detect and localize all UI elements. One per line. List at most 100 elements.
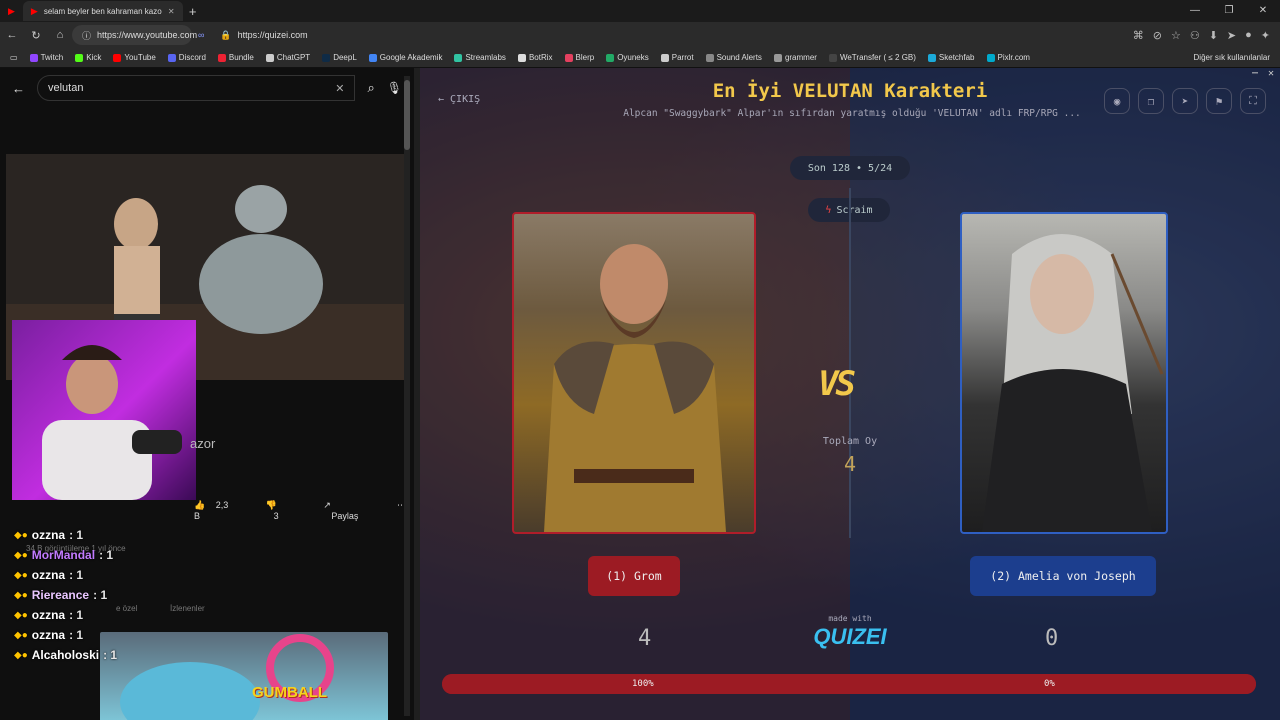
reload-icon[interactable]: ↻ bbox=[24, 29, 48, 42]
round-indicator: Son 128 • 5/24 bbox=[790, 156, 910, 180]
bookmark-item[interactable]: WeTransfer ( ≤ 2 GB) bbox=[828, 53, 916, 62]
made-with-label: made with bbox=[828, 614, 872, 623]
lock-icon: 🔒 bbox=[220, 29, 232, 40]
chat-username: ozzna bbox=[31, 608, 66, 622]
quizei-logo[interactable]: QUIZEI bbox=[800, 624, 900, 650]
bookmark-item[interactable]: Kick bbox=[75, 53, 101, 62]
bookmark-item[interactable]: Bundle bbox=[217, 53, 254, 62]
copilot-icon[interactable]: ✦ bbox=[1261, 29, 1270, 42]
chat-username: ozzna bbox=[31, 528, 66, 542]
score-grom: 4 bbox=[638, 626, 652, 651]
bookmark-item[interactable]: YouTube bbox=[113, 53, 156, 62]
chat-username: ozzna bbox=[31, 628, 66, 642]
close-window-button[interactable]: ✕ bbox=[1246, 0, 1280, 22]
share-button[interactable]: ↗ Paylaş bbox=[315, 496, 377, 525]
clear-icon[interactable]: ✕ bbox=[335, 82, 344, 95]
info-icon: ⓘ bbox=[82, 30, 92, 41]
percent-amelia: 0% bbox=[1044, 679, 1055, 689]
eye-icon[interactable]: ◉ bbox=[1104, 88, 1130, 114]
vote-button-amelia[interactable]: (2) Amelia von Joseph bbox=[970, 556, 1156, 596]
other-bookmarks-folder[interactable]: Diğer sık kullanılanlar bbox=[1194, 53, 1280, 62]
bookmark-item[interactable]: BotRix bbox=[517, 53, 553, 62]
vote-button-grom[interactable]: (1) Grom bbox=[588, 556, 680, 596]
bookmark-item[interactable]: Pixlr.com bbox=[986, 53, 1030, 62]
chat-username: Riereance bbox=[31, 588, 90, 602]
bookmark-favicon-icon bbox=[167, 53, 176, 62]
bookmark-item[interactable]: Twitch bbox=[29, 53, 63, 62]
extension-icon[interactable]: ⚇ bbox=[1190, 29, 1200, 42]
bookmark-item[interactable]: grammer bbox=[773, 53, 817, 62]
choice-card-grom[interactable] bbox=[512, 212, 756, 534]
maximize-button[interactable]: ❐ bbox=[1212, 0, 1246, 22]
bookmark-favicon-icon bbox=[517, 53, 526, 62]
download-icon[interactable]: ⬇ bbox=[1209, 29, 1218, 42]
profile-icon[interactable]: ● bbox=[1245, 29, 1252, 42]
copy-icon[interactable]: ❐ bbox=[1138, 88, 1164, 114]
bookmark-favicon-icon bbox=[265, 53, 274, 62]
percent-grom: 100% bbox=[632, 679, 654, 689]
bookmark-item[interactable]: Blerp bbox=[564, 53, 594, 62]
bookmark-item[interactable]: Discord bbox=[167, 53, 206, 62]
like-button[interactable]: 👍 2,3 B bbox=[186, 496, 246, 525]
bookmark-item[interactable]: Streamlabs bbox=[454, 53, 506, 62]
bookmark-item[interactable]: Sound Alerts bbox=[705, 53, 762, 62]
webcam-person-art bbox=[42, 345, 182, 500]
address-field-youtube[interactable]: ⓘ https://www.youtube.com bbox=[72, 25, 197, 45]
bookmark-item[interactable]: Google Akademik bbox=[368, 53, 442, 62]
minimize-button[interactable]: — bbox=[1178, 0, 1212, 22]
share-icon[interactable]: ➤ bbox=[1227, 29, 1236, 42]
tab-youtube-pinned[interactable]: ▶ bbox=[0, 1, 23, 21]
search-icon[interactable]: ⌕ bbox=[367, 80, 374, 96]
youtube-scrollbar[interactable] bbox=[404, 76, 410, 716]
back-icon[interactable]: ← bbox=[0, 29, 24, 41]
bookmark-item[interactable]: Sketchfab bbox=[927, 53, 975, 62]
flag-icon[interactable]: ⚑ bbox=[1206, 88, 1232, 114]
bookmark-item[interactable]: ChatGPT bbox=[265, 53, 310, 62]
channel-name-fragment: azor bbox=[190, 436, 216, 451]
bookmark-favicon-icon bbox=[75, 53, 84, 62]
bookmark-favicon-icon bbox=[606, 53, 615, 62]
bookmark-item[interactable]: Parrot bbox=[660, 53, 694, 62]
dislike-button[interactable]: 👎 3 bbox=[258, 496, 304, 525]
bookmark-favicon-icon bbox=[454, 53, 463, 62]
send-icon[interactable]: ➤ bbox=[1172, 88, 1198, 114]
address-field-quizei[interactable]: 🔒 https://quizei.com bbox=[210, 25, 320, 45]
grom-portrait bbox=[544, 244, 726, 532]
pane-more-icon[interactable]: ⋯ bbox=[1252, 68, 1258, 79]
home-icon[interactable]: ⌂ bbox=[48, 29, 72, 41]
chat-text: : 1 bbox=[69, 568, 84, 582]
score-amelia: 0 bbox=[1045, 626, 1059, 651]
chat-text: : 1 bbox=[103, 648, 118, 662]
back-arrow-icon[interactable]: ← bbox=[12, 81, 25, 96]
chat-username: MorMandal bbox=[31, 548, 96, 562]
video-actions: 👍 2,3 B 👎 3 ↗ Paylaş ⋯ bbox=[186, 496, 414, 525]
pane-close-icon[interactable]: ✕ bbox=[1268, 68, 1274, 79]
close-tab-icon[interactable]: ✕ bbox=[168, 7, 175, 16]
choice-card-amelia[interactable] bbox=[960, 212, 1168, 534]
fullscreen-icon[interactable]: ⛶ bbox=[1240, 88, 1266, 114]
tab-active[interactable]: ▶ selam beyler ben kahraman kazor ✕ bbox=[22, 1, 183, 21]
gumball-logo: GUMBALL bbox=[252, 684, 327, 701]
favorite-icon[interactable]: ☆ bbox=[1171, 29, 1181, 42]
bookmark-favicon-icon bbox=[660, 53, 669, 62]
vs-emblem: VS bbox=[818, 364, 856, 404]
new-tab-button[interactable]: + bbox=[183, 4, 197, 19]
center-divider bbox=[849, 188, 851, 538]
translate-icon[interactable]: ⌘ bbox=[1133, 29, 1144, 42]
bookmark-item[interactable]: DeepL bbox=[322, 53, 357, 62]
chat-username: ozzna bbox=[31, 568, 66, 582]
youtube-pane: ← velutan ✕ ⌕ 🎙 azor 👍 2,3 B 👎 3 ↗ Payla… bbox=[0, 68, 414, 720]
streamer-webcam bbox=[12, 320, 196, 500]
mic-icon[interactable]: 🎙 bbox=[387, 81, 402, 95]
bookmark-favicon-icon bbox=[927, 53, 936, 62]
bookmark-toggle-icon[interactable]: ▭ bbox=[10, 53, 18, 62]
tracking-icon[interactable]: ⊘ bbox=[1153, 29, 1162, 42]
url-youtube: https://www.youtube.com bbox=[97, 30, 198, 40]
search-input[interactable]: velutan ✕ bbox=[37, 75, 356, 101]
chat-message: ◆● Riereance: 1 bbox=[14, 588, 117, 602]
amelia-portrait bbox=[982, 234, 1164, 532]
more-button[interactable]: ⋯ bbox=[389, 496, 414, 525]
bookmark-item[interactable]: Oyuneks bbox=[606, 53, 649, 62]
lightning-icon: ϟ bbox=[825, 204, 832, 216]
chat-badge-icon: ◆● bbox=[14, 649, 28, 661]
